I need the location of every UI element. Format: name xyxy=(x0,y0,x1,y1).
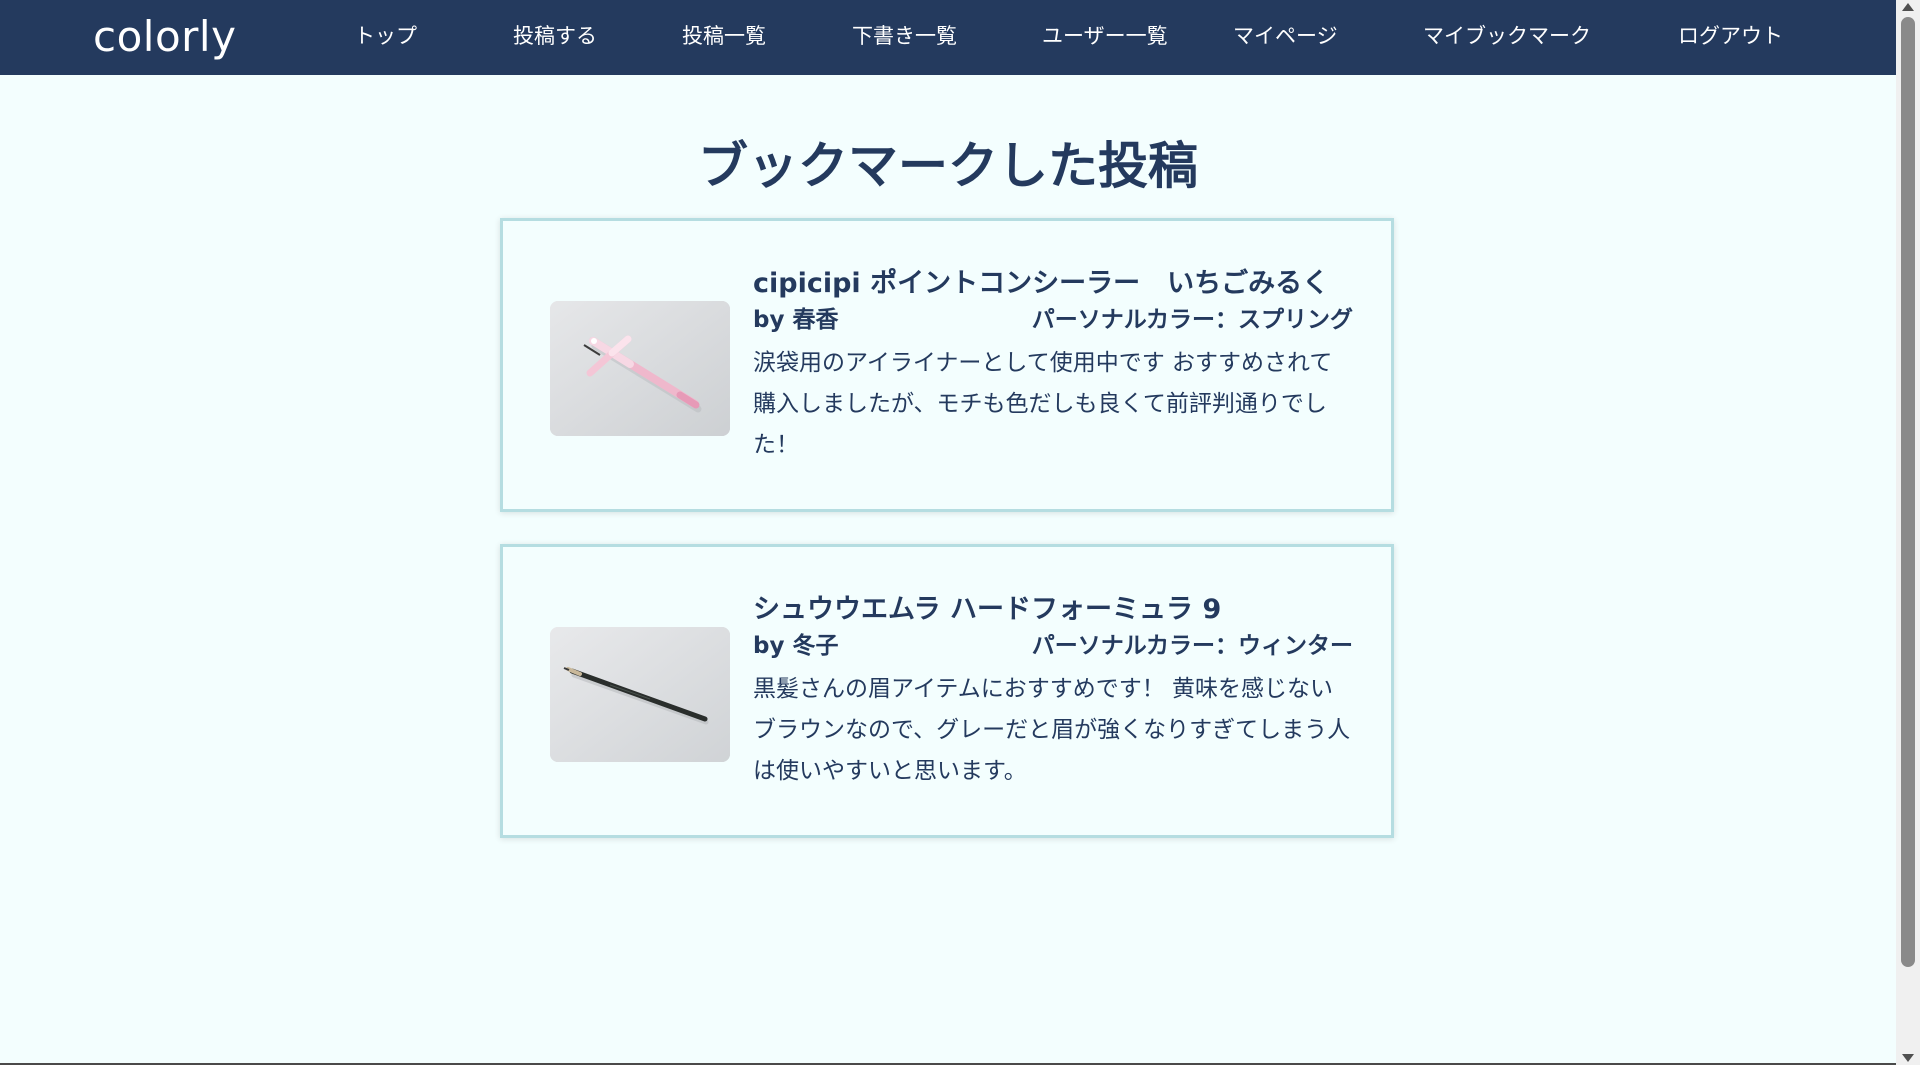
post-info: シュウウエムラ ハードフォーミュラ 9 by 冬子 パーソナルカラー：ウィンター… xyxy=(753,592,1353,792)
post-card[interactable]: シュウウエムラ ハードフォーミュラ 9 by 冬子 パーソナルカラー：ウィンター… xyxy=(500,544,1394,838)
nav-link-top[interactable]: トップ xyxy=(354,21,417,51)
nav-links: トップ 投稿する 投稿一覧 下書き一覧 ユーザー一覧 マイページ マイブックマー… xyxy=(0,0,1896,75)
post-personal-color: パーソナルカラー：ウィンター xyxy=(1031,633,1353,659)
post-card[interactable]: cipicipi ポイントコンシーラー いちごみるく by 春香 パーソナルカラ… xyxy=(500,218,1394,512)
scroll-up-arrow-icon[interactable] xyxy=(1902,3,1914,11)
page-title: ブックマークした投稿 xyxy=(698,137,1198,195)
nav-link-new-post[interactable]: 投稿する xyxy=(513,21,597,51)
scroll-thumb[interactable] xyxy=(1901,17,1915,967)
post-author[interactable]: by 春香 xyxy=(753,303,838,337)
scroll-down-arrow-icon[interactable] xyxy=(1902,1054,1914,1062)
pencil-icon xyxy=(550,627,730,762)
post-info: cipicipi ポイントコンシーラー いちごみるく by 春香 パーソナルカラ… xyxy=(753,266,1353,466)
page: colorly トップ 投稿する 投稿一覧 下書き一覧 ユーザー一覧 マイページ… xyxy=(0,0,1920,1065)
post-meta: by 春香 パーソナルカラー：スプリング xyxy=(753,303,1353,337)
navbar: colorly トップ 投稿する 投稿一覧 下書き一覧 ユーザー一覧 マイページ… xyxy=(0,0,1896,75)
post-title[interactable]: シュウウエムラ ハードフォーミュラ 9 xyxy=(753,592,1353,628)
nav-link-mypage[interactable]: マイページ xyxy=(1233,21,1338,51)
post-author[interactable]: by 冬子 xyxy=(753,629,838,663)
post-personal-color: パーソナルカラー：スプリング xyxy=(1031,307,1353,333)
post-meta: by 冬子 パーソナルカラー：ウィンター xyxy=(753,629,1353,663)
pink-pen-icon xyxy=(550,301,730,436)
nav-link-posts[interactable]: 投稿一覧 xyxy=(682,21,766,51)
nav-link-drafts[interactable]: 下書き一覧 xyxy=(852,21,957,51)
post-body: 黒髪さんの眉アイテムにおすすめです！ 黄味を感じないブラウンなので、グレーだと眉… xyxy=(753,676,1351,784)
post-image-pink-concealer[interactable] xyxy=(550,301,730,436)
post-body: 涙袋用のアイライナーとして使用中です おすすめされて購入しましたが、モチも色だし… xyxy=(753,350,1333,458)
nav-link-bookmarks[interactable]: マイブックマーク xyxy=(1423,21,1591,51)
vertical-scrollbar[interactable] xyxy=(1896,0,1920,1065)
nav-link-logout[interactable]: ログアウト xyxy=(1678,21,1783,51)
nav-link-users[interactable]: ユーザー一覧 xyxy=(1042,21,1168,51)
post-title[interactable]: cipicipi ポイントコンシーラー いちごみるく xyxy=(753,266,1353,302)
post-image-eyebrow-pencil[interactable] xyxy=(550,627,730,762)
